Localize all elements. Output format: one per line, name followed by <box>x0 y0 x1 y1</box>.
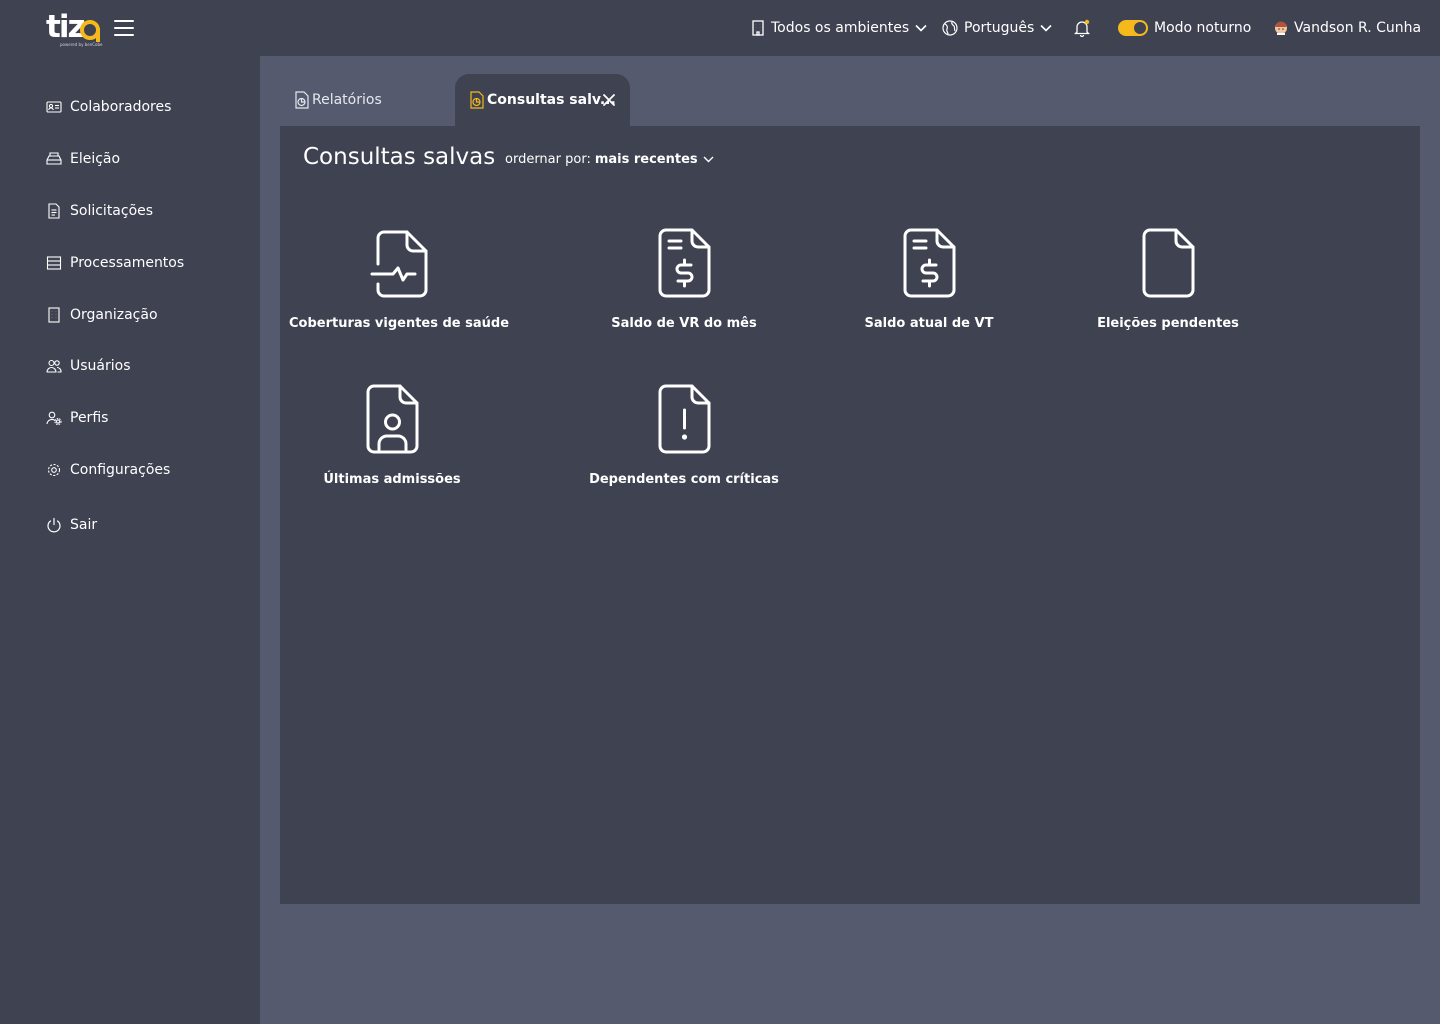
person-document-icon <box>362 384 422 458</box>
query-label: Saldo atual de VT <box>864 316 994 331</box>
tab-consultas-salvas[interactable]: Consultas salv... <box>455 74 630 126</box>
logo[interactable]: tiz powered by benCobe <box>46 10 104 48</box>
report-icon <box>469 91 485 109</box>
users-icon <box>46 358 62 374</box>
saved-queries-panel: Consultas salvas ordernar por: mais rece… <box>280 126 1420 904</box>
night-mode-toggle[interactable]: Modo noturno <box>1118 0 1251 56</box>
top-bar: tiz powered by benCobe Todos os ambiente… <box>0 0 1440 56</box>
chevron-down-icon <box>915 24 927 32</box>
sidebar-item-configuracoes[interactable]: Configurações <box>46 458 170 482</box>
sidebar-item-label: Sair <box>70 517 98 533</box>
sidebar-item-label: Configurações <box>70 462 171 478</box>
report-icon <box>294 91 310 109</box>
logo-tagline: powered by benCobe <box>60 42 103 47</box>
sidebar-item-colaboradores[interactable]: Colaboradores <box>46 95 171 119</box>
blank-document-icon <box>1138 228 1198 302</box>
chevron-down-icon <box>1040 24 1052 32</box>
query-label: Dependentes com críticas <box>589 472 779 487</box>
sort-label: ordernar por: <box>505 152 591 167</box>
tab-label: Consultas salv... <box>487 92 616 108</box>
money-document-icon <box>899 228 959 302</box>
query-card[interactable]: Últimas admissões <box>282 384 502 504</box>
user-menu[interactable]: Vandson R. Cunha <box>1274 0 1421 56</box>
money-document-icon <box>654 228 714 302</box>
sidebar: Colaboradores Eleição Solicitações Proce… <box>0 56 260 1024</box>
sidebar-item-processamentos[interactable]: Processamentos <box>46 251 184 275</box>
hamburger-menu-icon[interactable] <box>113 17 135 39</box>
tab-relatorios[interactable]: Relatórios <box>294 74 454 126</box>
query-card[interactable]: Dependentes com críticas <box>574 384 794 504</box>
sidebar-item-label: Usuários <box>70 358 131 374</box>
main-content: Relatórios Consultas salv... Consultas s… <box>260 56 1440 1024</box>
sidebar-item-solicitacoes[interactable]: Solicitações <box>46 199 153 223</box>
list-icon <box>46 255 62 271</box>
building-icon <box>46 307 62 323</box>
sidebar-item-label: Eleição <box>70 151 121 167</box>
sidebar-item-label: Organização <box>70 307 158 323</box>
sidebar-item-usuarios[interactable]: Usuários <box>46 354 131 378</box>
sidebar-item-label: Solicitações <box>70 203 154 219</box>
logo-mark <box>80 20 100 42</box>
logo-wordmark: tiz <box>46 9 85 45</box>
alert-document-icon <box>654 384 714 458</box>
globe-icon <box>942 20 958 36</box>
environment-label: Todos os ambientes <box>771 20 910 36</box>
health-document-icon <box>369 228 429 302</box>
tab-label: Relatórios <box>312 92 382 108</box>
query-card[interactable]: Saldo de VR do mês <box>574 228 794 348</box>
user-gear-icon <box>46 410 62 426</box>
sidebar-item-label: Colaboradores <box>70 99 172 115</box>
notifications-button[interactable] <box>1074 0 1090 56</box>
bell-icon <box>1074 19 1090 37</box>
query-card[interactable]: Coberturas vigentes de saúde <box>289 228 509 348</box>
user-name: Vandson R. Cunha <box>1294 20 1422 36</box>
tray-icon <box>46 151 62 167</box>
environment-selector[interactable]: Todos os ambientes <box>751 0 927 56</box>
toggle-switch[interactable] <box>1118 20 1148 36</box>
sidebar-item-sair[interactable]: Sair <box>46 513 97 537</box>
id-card-icon <box>46 99 62 115</box>
chevron-down-icon <box>703 156 714 163</box>
sort-value: mais recentes <box>594 152 698 167</box>
sidebar-item-eleicao[interactable]: Eleição <box>46 147 120 171</box>
sidebar-item-label: Processamentos <box>70 255 185 271</box>
query-label: Últimas admissões <box>323 472 461 487</box>
sidebar-item-label: Perfis <box>70 410 109 426</box>
query-label: Coberturas vigentes de saúde <box>288 316 510 331</box>
language-label: Português <box>964 20 1035 36</box>
gear-icon <box>46 462 62 478</box>
page-title: Consultas salvas <box>303 144 496 170</box>
query-card[interactable]: Saldo atual de VT <box>819 228 1039 348</box>
document-icon <box>46 203 62 219</box>
sidebar-item-perfis[interactable]: Perfis <box>46 406 108 430</box>
sidebar-item-organizacao[interactable]: Organização <box>46 303 158 327</box>
sort-dropdown[interactable]: ordernar por: mais recentes <box>505 152 714 167</box>
query-card[interactable]: Eleições pendentes <box>1058 228 1278 348</box>
avatar-icon <box>1274 21 1288 35</box>
close-icon[interactable] <box>602 93 616 107</box>
night-mode-label: Modo noturno <box>1154 20 1252 36</box>
language-selector[interactable]: Português <box>942 0 1052 56</box>
building-icon <box>751 20 765 36</box>
query-label: Eleições pendentes <box>1097 316 1239 331</box>
query-label: Saldo de VR do mês <box>611 316 757 331</box>
power-icon <box>46 517 62 533</box>
